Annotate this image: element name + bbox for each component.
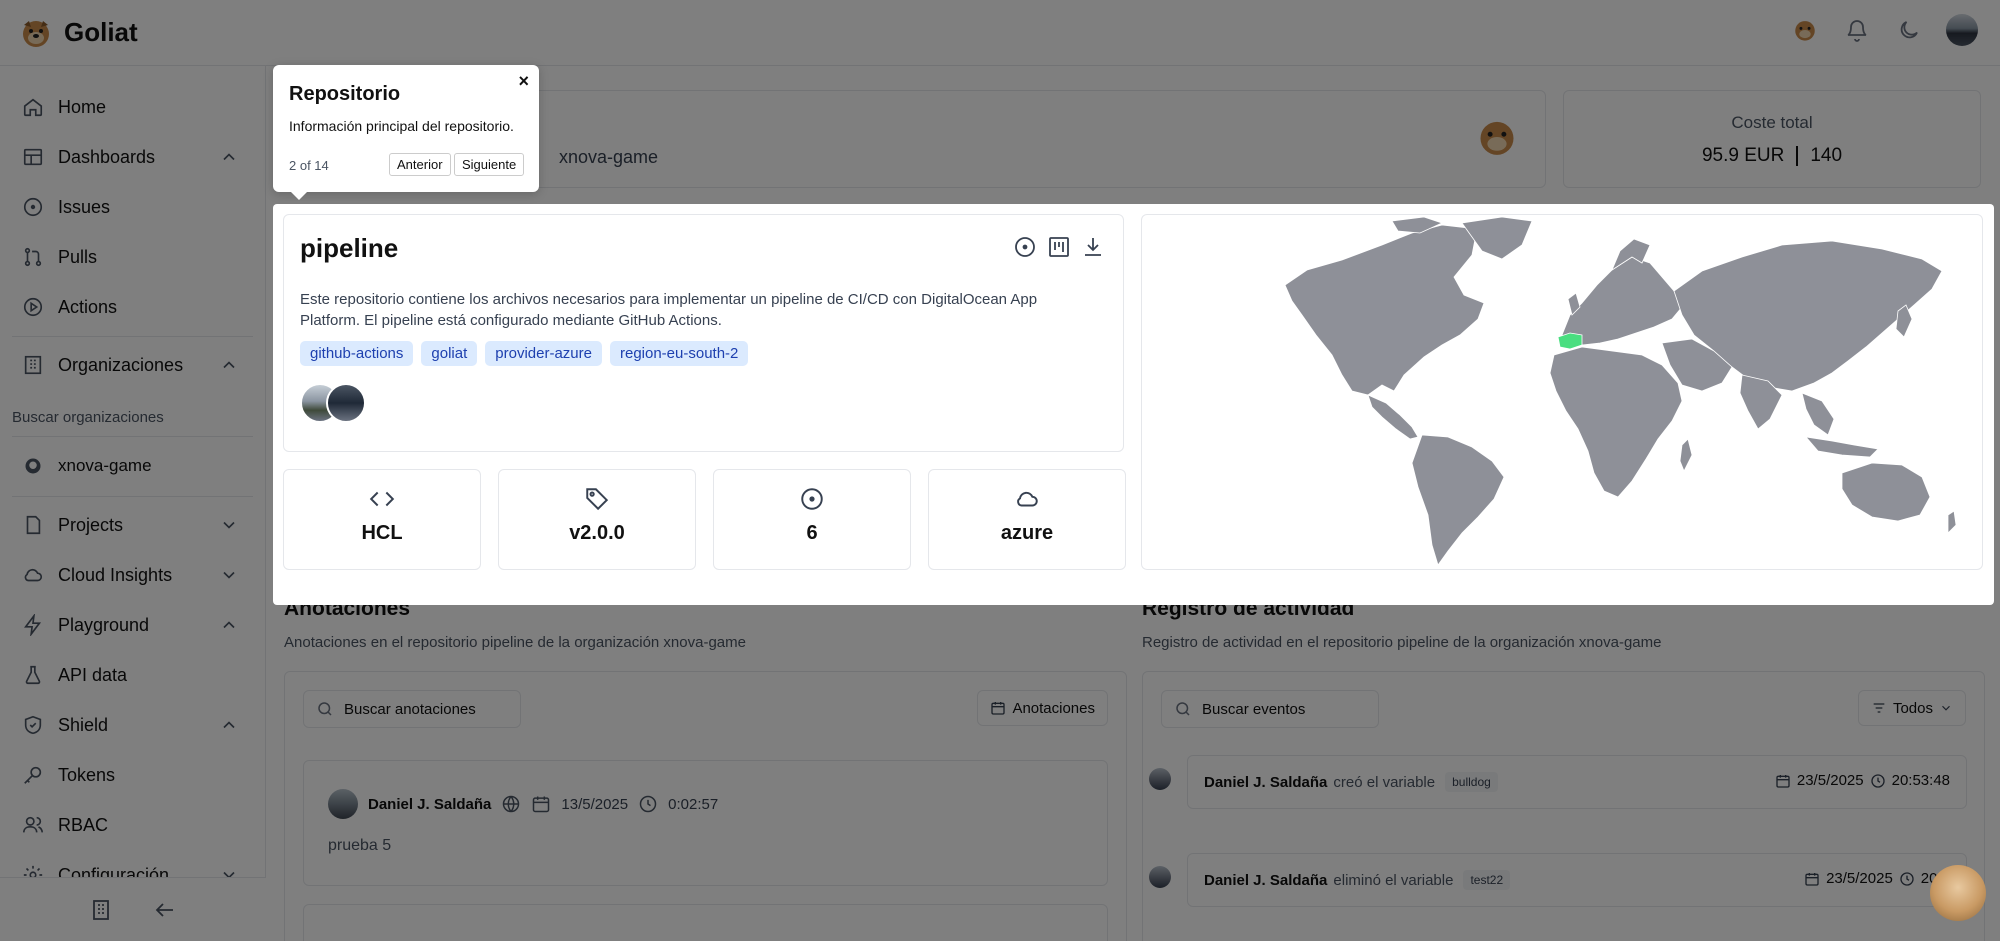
tooltip-progress: 2 of 14 [289,158,329,173]
previous-button[interactable]: Anterior [389,153,451,176]
next-button[interactable]: Siguiente [454,153,525,176]
stat-issues: 6 [713,469,911,570]
map-north-america [1284,224,1485,396]
world-map-card [1141,214,1983,570]
stat-language: HCL [283,469,481,570]
issue-icon [801,488,823,510]
map-southeast-asia [1801,392,1835,436]
contributor-avatar[interactable] [326,383,366,423]
code-icon [369,491,395,507]
stat-value: azure [1000,522,1054,544]
map-south-america [1411,434,1505,566]
download-icon[interactable] [1081,235,1105,259]
repository-actions [1013,235,1105,259]
map-indonesia [1804,436,1879,458]
map-europe [1561,256,1683,346]
map-new-zealand [1947,510,1957,534]
repository-name: pipeline [300,233,399,263]
map-central-america [1367,394,1419,440]
topic-tag[interactable]: region-eu-south-2 [609,341,749,366]
map-africa [1549,346,1683,498]
topic-tag[interactable]: github-actions [300,341,414,366]
stat-provider: azure [928,469,1126,570]
issue-icon[interactable] [1013,235,1037,259]
world-map[interactable] [1142,215,1983,570]
tag-icon [586,488,609,511]
stat-version: v2.0.0 [498,469,696,570]
tour-highlight-repository: pipeline Este repositorio contiene los a… [273,204,1994,605]
topic-list: github-actions goliat provider-azure reg… [300,341,749,366]
map-madagascar [1679,438,1693,472]
cloud-icon [1017,491,1038,507]
close-icon[interactable]: × [518,71,529,92]
topic-tag[interactable]: goliat [421,341,478,366]
contributors [300,383,366,423]
map-highlight-spain [1557,332,1583,350]
topic-tag[interactable]: provider-azure [485,341,602,366]
kanban-icon[interactable] [1047,235,1071,259]
stat-value: 6 [806,522,818,544]
map-australia [1841,462,1931,522]
tour-tooltip: × Repositorio Información principal del … [273,65,539,200]
assistant-mascot-icon[interactable] [1930,865,1986,921]
stat-value: v2.0.0 [569,522,625,544]
tooltip-arrow [291,192,307,200]
tooltip-title: Repositorio [289,83,401,105]
repository-description: Este repositorio contiene los archivos n… [300,291,1038,329]
tooltip-body: Información principal del repositorio. [289,118,514,134]
repository-card: pipeline Este repositorio contiene los a… [283,214,1124,452]
stat-value: HCL [361,522,403,544]
